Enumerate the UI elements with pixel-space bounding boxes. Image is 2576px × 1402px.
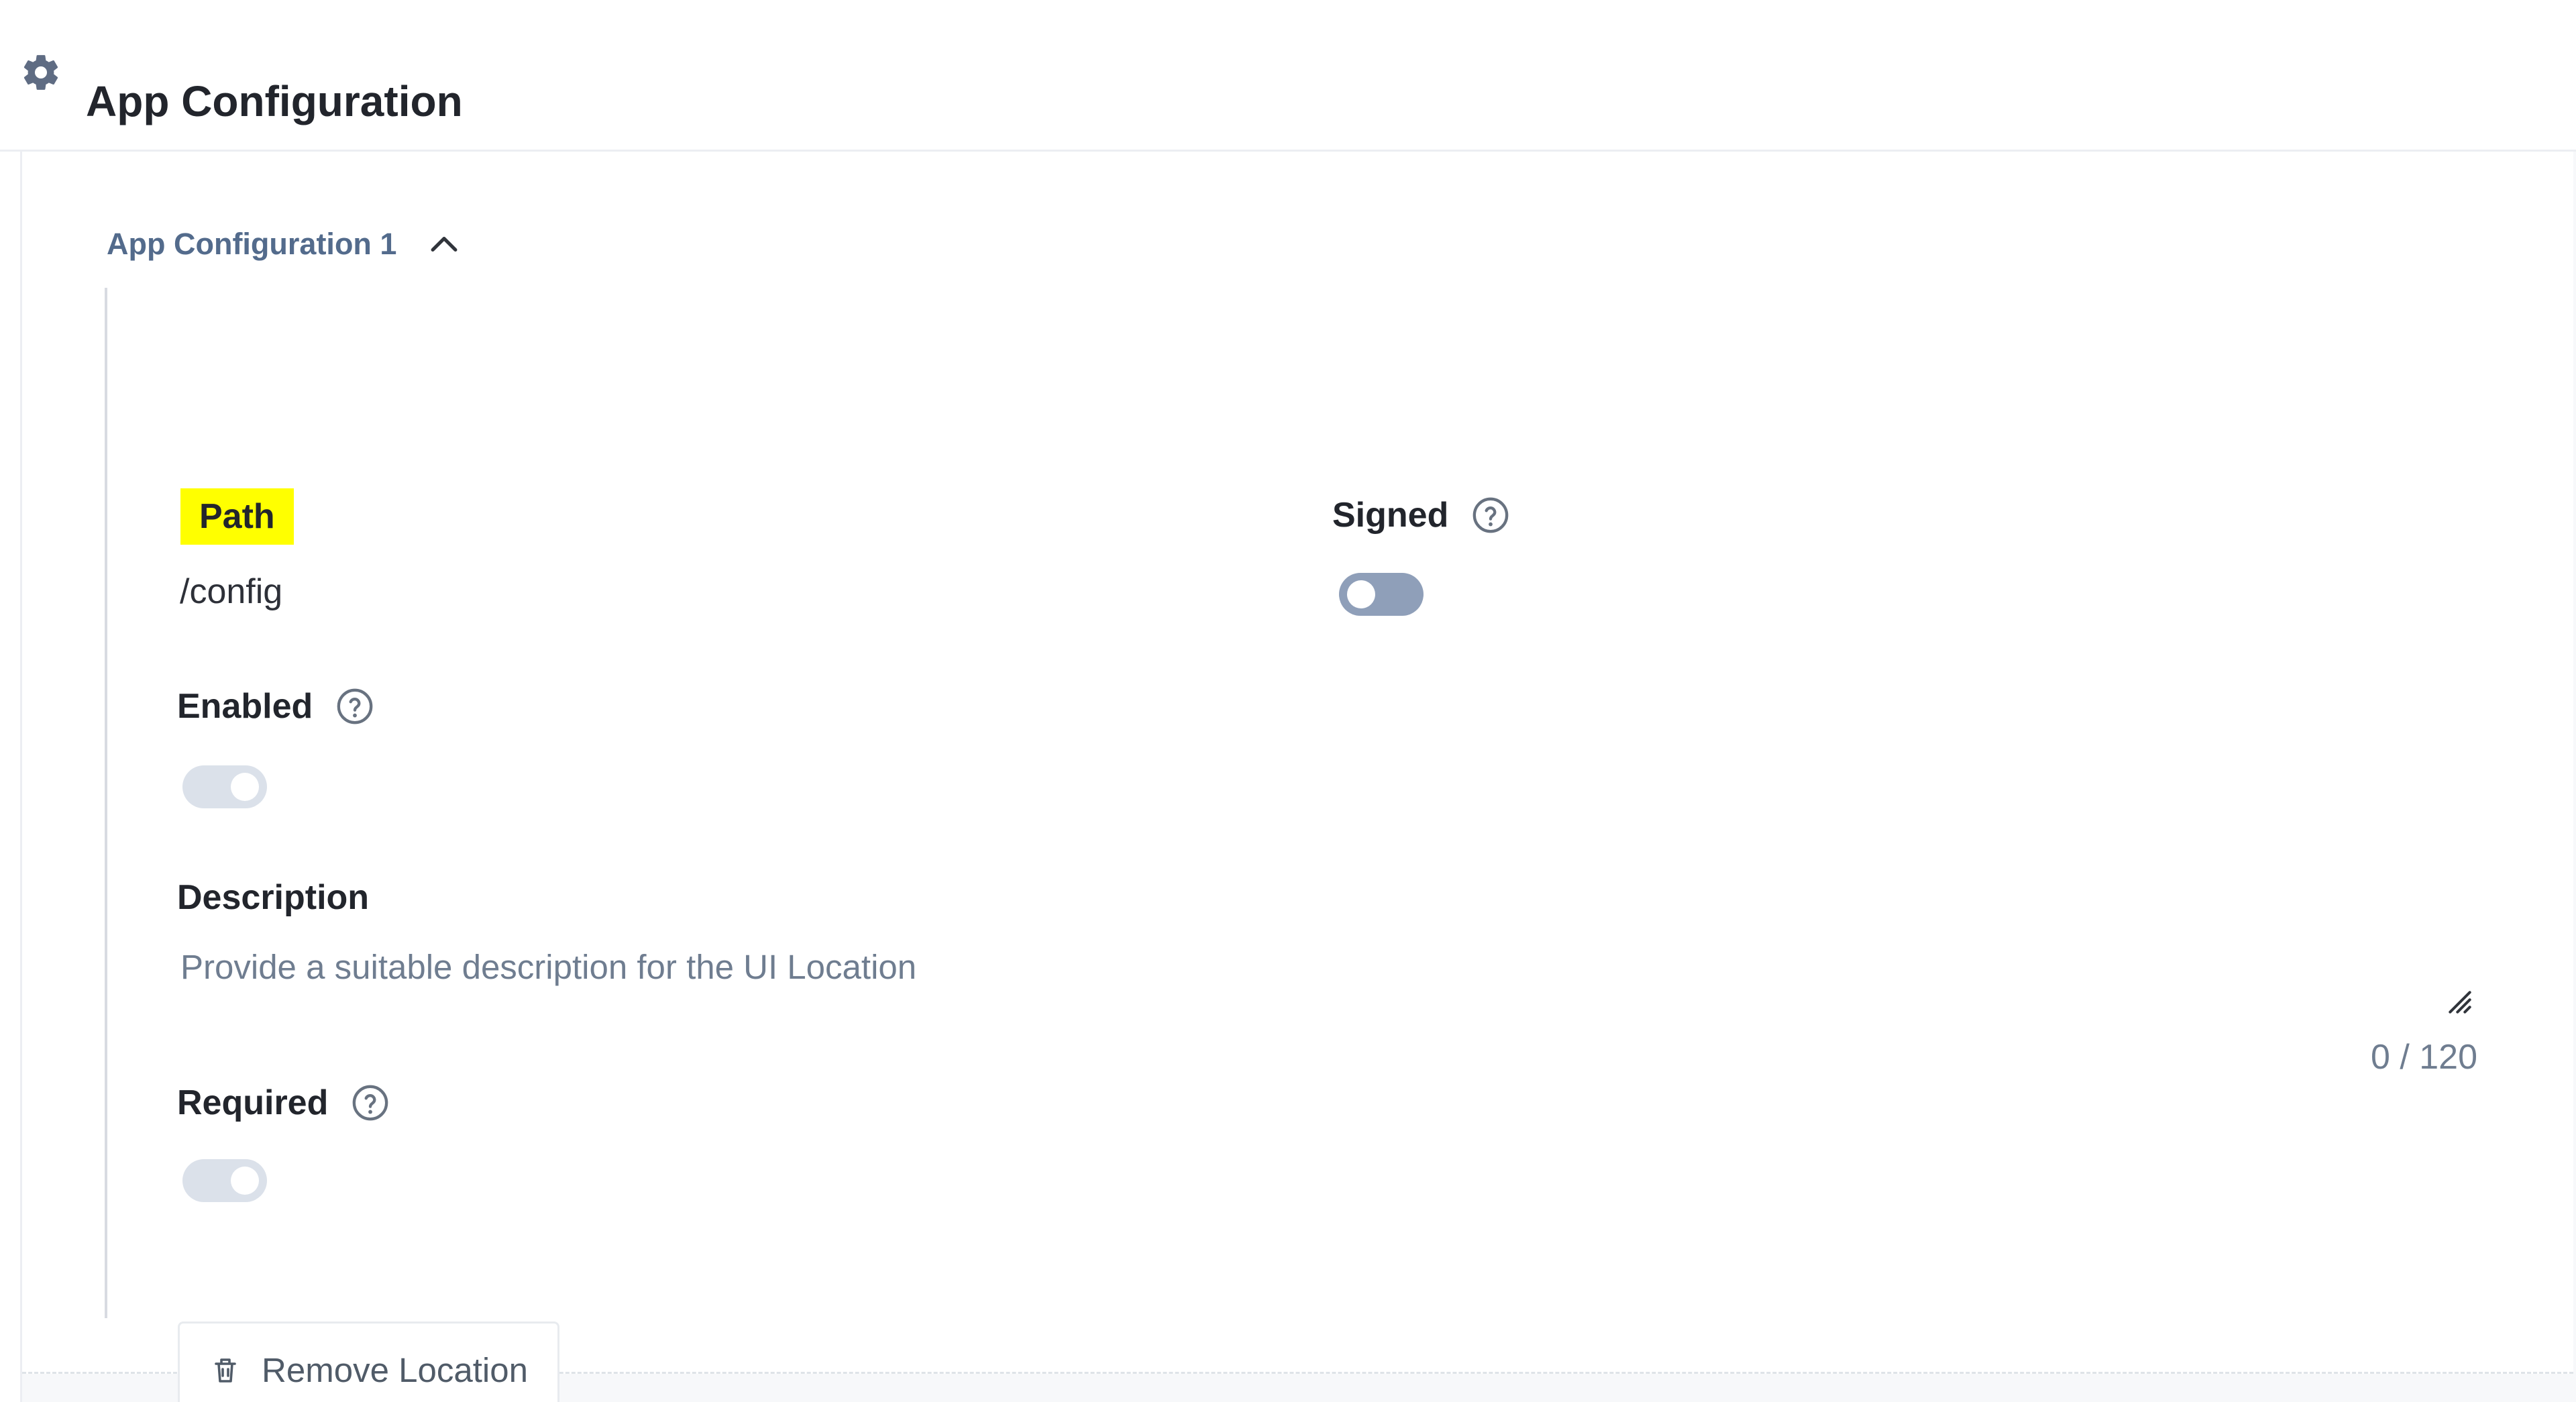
description-input[interactable] <box>180 946 2495 1026</box>
configuration-content: App Configuration 1 Path /config Signed <box>20 152 2576 1402</box>
enabled-toggle-thumb <box>231 773 259 801</box>
page-title: App Configuration <box>86 76 463 125</box>
required-label-text: Required <box>177 1083 329 1122</box>
enabled-toggle[interactable] <box>182 765 267 808</box>
signed-toggle-thumb <box>1347 580 1375 608</box>
section-title: App Configuration 1 <box>107 227 397 261</box>
app-configuration-section-toggle[interactable]: App Configuration 1 <box>107 219 464 270</box>
page-header: App Configuration <box>0 0 2576 152</box>
gear-icon <box>23 55 58 90</box>
signed-label-text: Signed <box>1332 496 1449 535</box>
trash-icon <box>215 1358 236 1383</box>
description-character-count: 0 / 120 <box>2370 1038 2477 1077</box>
path-value: /config <box>180 572 283 611</box>
remove-location-label: Remove Location <box>262 1351 528 1389</box>
help-icon[interactable] <box>351 1083 390 1122</box>
help-icon[interactable] <box>1471 496 1510 535</box>
app-configuration-card: App Configuration 1 Path /config Signed <box>22 152 2573 1374</box>
enabled-label: Enabled <box>177 685 374 728</box>
description-label-text: Description <box>177 878 370 917</box>
path-label: Path <box>180 488 294 545</box>
required-toggle[interactable] <box>182 1159 267 1202</box>
description-label: Description <box>177 876 369 919</box>
section-divider <box>105 288 107 1318</box>
path-highlight: Path <box>180 488 294 545</box>
required-label: Required <box>177 1081 390 1124</box>
chevron-up-icon[interactable] <box>425 225 464 264</box>
app-configuration-page: App Configuration App Configuration 1 Pa… <box>0 0 2576 1402</box>
signed-label: Signed <box>1332 494 1510 537</box>
help-icon[interactable] <box>335 687 374 726</box>
required-toggle-thumb <box>231 1167 259 1195</box>
signed-toggle[interactable] <box>1339 573 1424 616</box>
resize-handle-icon[interactable] <box>2445 987 2475 1017</box>
remove-location-button[interactable]: Remove Location <box>178 1322 559 1402</box>
enabled-label-text: Enabled <box>177 687 313 726</box>
